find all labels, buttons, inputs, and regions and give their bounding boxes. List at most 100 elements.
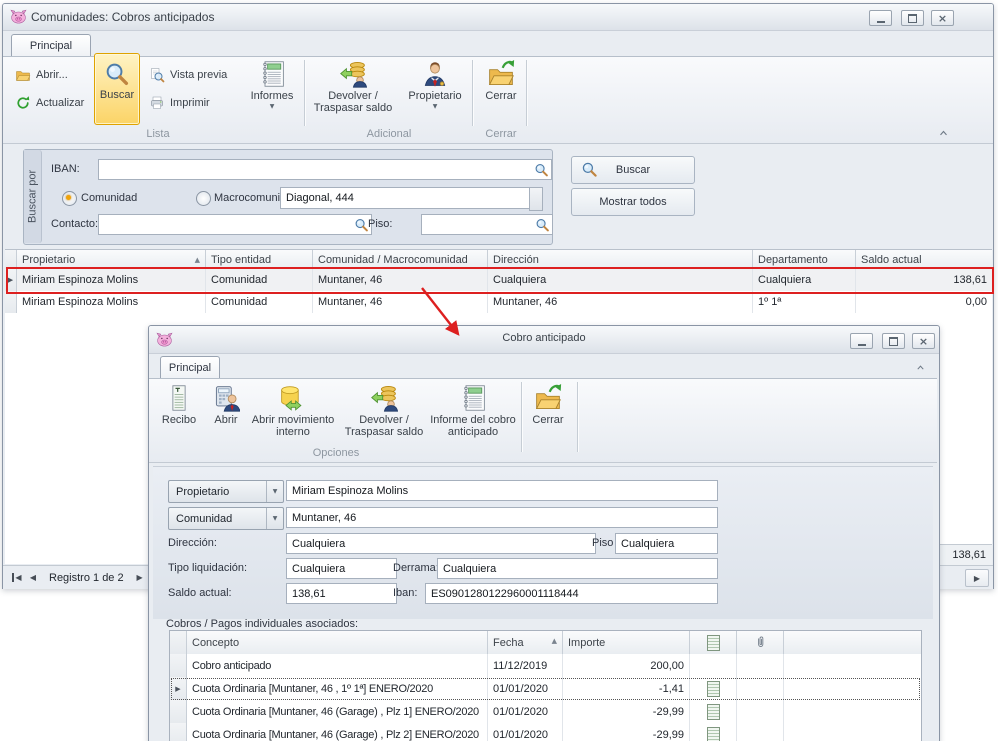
iban-label: IBAN: — [51, 163, 80, 175]
abrir-button-child[interactable]: Abrir — [207, 380, 245, 448]
folder-arrow-icon — [534, 384, 562, 412]
child-titlebar: Cobro anticipado × — [149, 326, 939, 354]
receipt-icon[interactable] — [707, 681, 720, 697]
ribbon-separator — [472, 60, 473, 126]
abrir-movimiento-button[interactable]: Abrir movimiento interno — [247, 380, 339, 448]
collapse-ribbon-icon[interactable] — [914, 362, 927, 373]
ribbon-separator — [521, 382, 522, 452]
detail-grid-caption: Cobros / Pagos individuales asociados: — [166, 618, 358, 630]
informe-cobro-button[interactable]: Informe del cobro anticipado — [429, 380, 517, 448]
vista-previa-button[interactable]: Vista previa — [147, 64, 229, 86]
radio-macrocomunidad[interactable] — [196, 191, 211, 206]
iban-field-child[interactable]: ES0901280122960001118444 — [425, 583, 718, 604]
next-record-icon[interactable]: ▶ — [132, 570, 148, 586]
collapse-ribbon-icon[interactable] — [936, 127, 951, 139]
column-header-receipt[interactable] — [690, 631, 737, 654]
column-header-comunidad[interactable]: Comunidad / Macrocomunidad — [313, 250, 488, 270]
column-header-concepto[interactable]: Concepto — [187, 631, 488, 654]
search-icon[interactable] — [535, 217, 550, 232]
cerrar-button-child[interactable]: Cerrar — [525, 380, 571, 448]
comunidad-field[interactable]: Muntaner, 46 — [286, 507, 718, 528]
sort-asc-icon: ▲ — [552, 637, 557, 645]
column-header-direccion[interactable]: Dirección — [488, 250, 753, 270]
group-label-lista: Lista — [13, 128, 303, 140]
dropdown-arrow-icon: ▼ — [266, 481, 283, 502]
mostrar-todos-button[interactable]: Mostrar todos — [571, 188, 695, 216]
browse-button[interactable] — [529, 187, 543, 211]
main-window-title: Comunidades: Cobros anticipados — [31, 10, 214, 24]
piso-label: Piso: — [368, 218, 392, 230]
search-icon — [581, 161, 598, 178]
search-icon[interactable] — [534, 162, 549, 177]
iban-input[interactable] — [98, 159, 552, 180]
buscar-button[interactable]: Buscar — [571, 156, 695, 184]
column-header-saldo-actual[interactable]: Saldo actual — [856, 250, 992, 270]
close-icon[interactable]: × — [912, 333, 935, 349]
tab-principal-child[interactable]: Principal — [160, 356, 220, 379]
refresh-icon — [15, 95, 31, 111]
coins-person-icon — [339, 60, 367, 88]
comunidad-input[interactable]: Diagonal, 444 — [280, 187, 540, 209]
detail-row[interactable]: Cuota Ordinaria [Muntaner, 46 (Garage) ,… — [170, 723, 921, 741]
cerrar-ribbon-button[interactable]: Cerrar — [477, 56, 525, 128]
receipt-icon[interactable] — [707, 727, 720, 741]
column-header-fecha[interactable]: Fecha▲ — [488, 631, 563, 654]
scroll-right-icon[interactable]: ▶ — [965, 569, 989, 587]
receipt-icon[interactable] — [707, 704, 720, 720]
minimize-icon[interactable] — [869, 10, 892, 26]
previous-record-icon[interactable]: ◀ — [25, 570, 41, 586]
recibo-button[interactable]: Recibo — [153, 380, 205, 448]
column-header-tipo-entidad[interactable]: Tipo entidad — [206, 250, 313, 270]
informes-button[interactable]: Informes ▼ — [243, 56, 301, 128]
column-header-attachment[interactable] — [737, 631, 784, 654]
piso-input[interactable] — [421, 214, 553, 235]
propietario-ribbon-button[interactable]: Propietario ▼ — [401, 56, 469, 128]
minimize-icon[interactable] — [850, 333, 873, 349]
buscar-ribbon-button[interactable]: Buscar — [94, 53, 140, 125]
contacto-input[interactable] — [98, 214, 372, 235]
piso-field[interactable]: Cualquiera — [615, 533, 718, 554]
column-header-importe[interactable]: Importe — [563, 631, 690, 654]
derrama-field[interactable]: Cualquiera — [437, 558, 718, 579]
receipt-icon — [165, 384, 193, 412]
table-row[interactable]: ▶ Miriam Espinoza Molins Comunidad Munta… — [5, 269, 992, 292]
saldo-actual-field[interactable]: 138,61 — [286, 583, 397, 604]
person-icon — [421, 60, 449, 88]
report-icon — [459, 384, 487, 412]
detail-row-focused[interactable]: ▶ Cuota Ordinaria [Muntaner, 46 , 1º 1ª]… — [170, 677, 921, 701]
comunidad-selector[interactable]: Comunidad ▼ — [168, 507, 284, 530]
report-icon — [258, 60, 286, 88]
propietario-field[interactable]: Miriam Espinoza Molins — [286, 480, 718, 501]
propietario-selector[interactable]: Propietario ▼ — [168, 480, 284, 503]
radio-comunidad[interactable] — [62, 191, 77, 206]
detail-grid-header: Concepto Fecha▲ Importe — [170, 631, 921, 655]
table-row[interactable]: Miriam Espinoza Molins Comunidad Muntane… — [5, 291, 992, 314]
direccion-field[interactable]: Cualquiera — [286, 533, 596, 554]
detail-row[interactable]: Cuota Ordinaria [Muntaner, 46 (Garage) ,… — [170, 700, 921, 724]
piso-label-child: Piso — [592, 537, 613, 549]
first-record-icon[interactable]: ◀ — [9, 570, 25, 586]
tab-principal-main[interactable]: Principal — [11, 34, 91, 57]
abrir-button[interactable]: Abrir... — [13, 64, 70, 86]
close-icon[interactable]: × — [931, 10, 954, 26]
row-selector-icon: ▶ — [8, 276, 13, 284]
devolver-traspasar-button[interactable]: Devolver / Traspasar saldo — [309, 56, 397, 128]
search-icon — [104, 61, 130, 87]
main-titlebar: Comunidades: Cobros anticipados × — [3, 4, 993, 31]
detail-row[interactable]: Cobro anticipado 11/12/2019 200,00 — [170, 654, 921, 678]
tipo-liquidacion-field[interactable]: Cualquiera — [286, 558, 397, 579]
calculator-person-icon — [212, 384, 240, 412]
column-header-departamento[interactable]: Departamento — [753, 250, 856, 270]
column-header-propietario[interactable]: Propietario▲ — [17, 250, 206, 270]
search-panel: Buscar por IBAN: Comunidad Macrocomunida… — [23, 149, 553, 245]
search-icon[interactable] — [354, 217, 369, 232]
actualizar-button[interactable]: Actualizar — [13, 92, 86, 114]
imprimir-button[interactable]: Imprimir — [147, 92, 212, 114]
paperclip-icon — [753, 635, 768, 651]
restore-icon[interactable] — [901, 10, 924, 26]
restore-icon[interactable] — [882, 333, 905, 349]
devolver-traspasar-button-child[interactable]: Devolver / Traspasar saldo — [341, 380, 427, 448]
child-window: Cobro anticipado × Principal Recibo Abri… — [148, 325, 940, 741]
radio-comunidad-label: Comunidad — [81, 192, 137, 204]
dropdown-arrow-icon: ▼ — [266, 508, 283, 529]
